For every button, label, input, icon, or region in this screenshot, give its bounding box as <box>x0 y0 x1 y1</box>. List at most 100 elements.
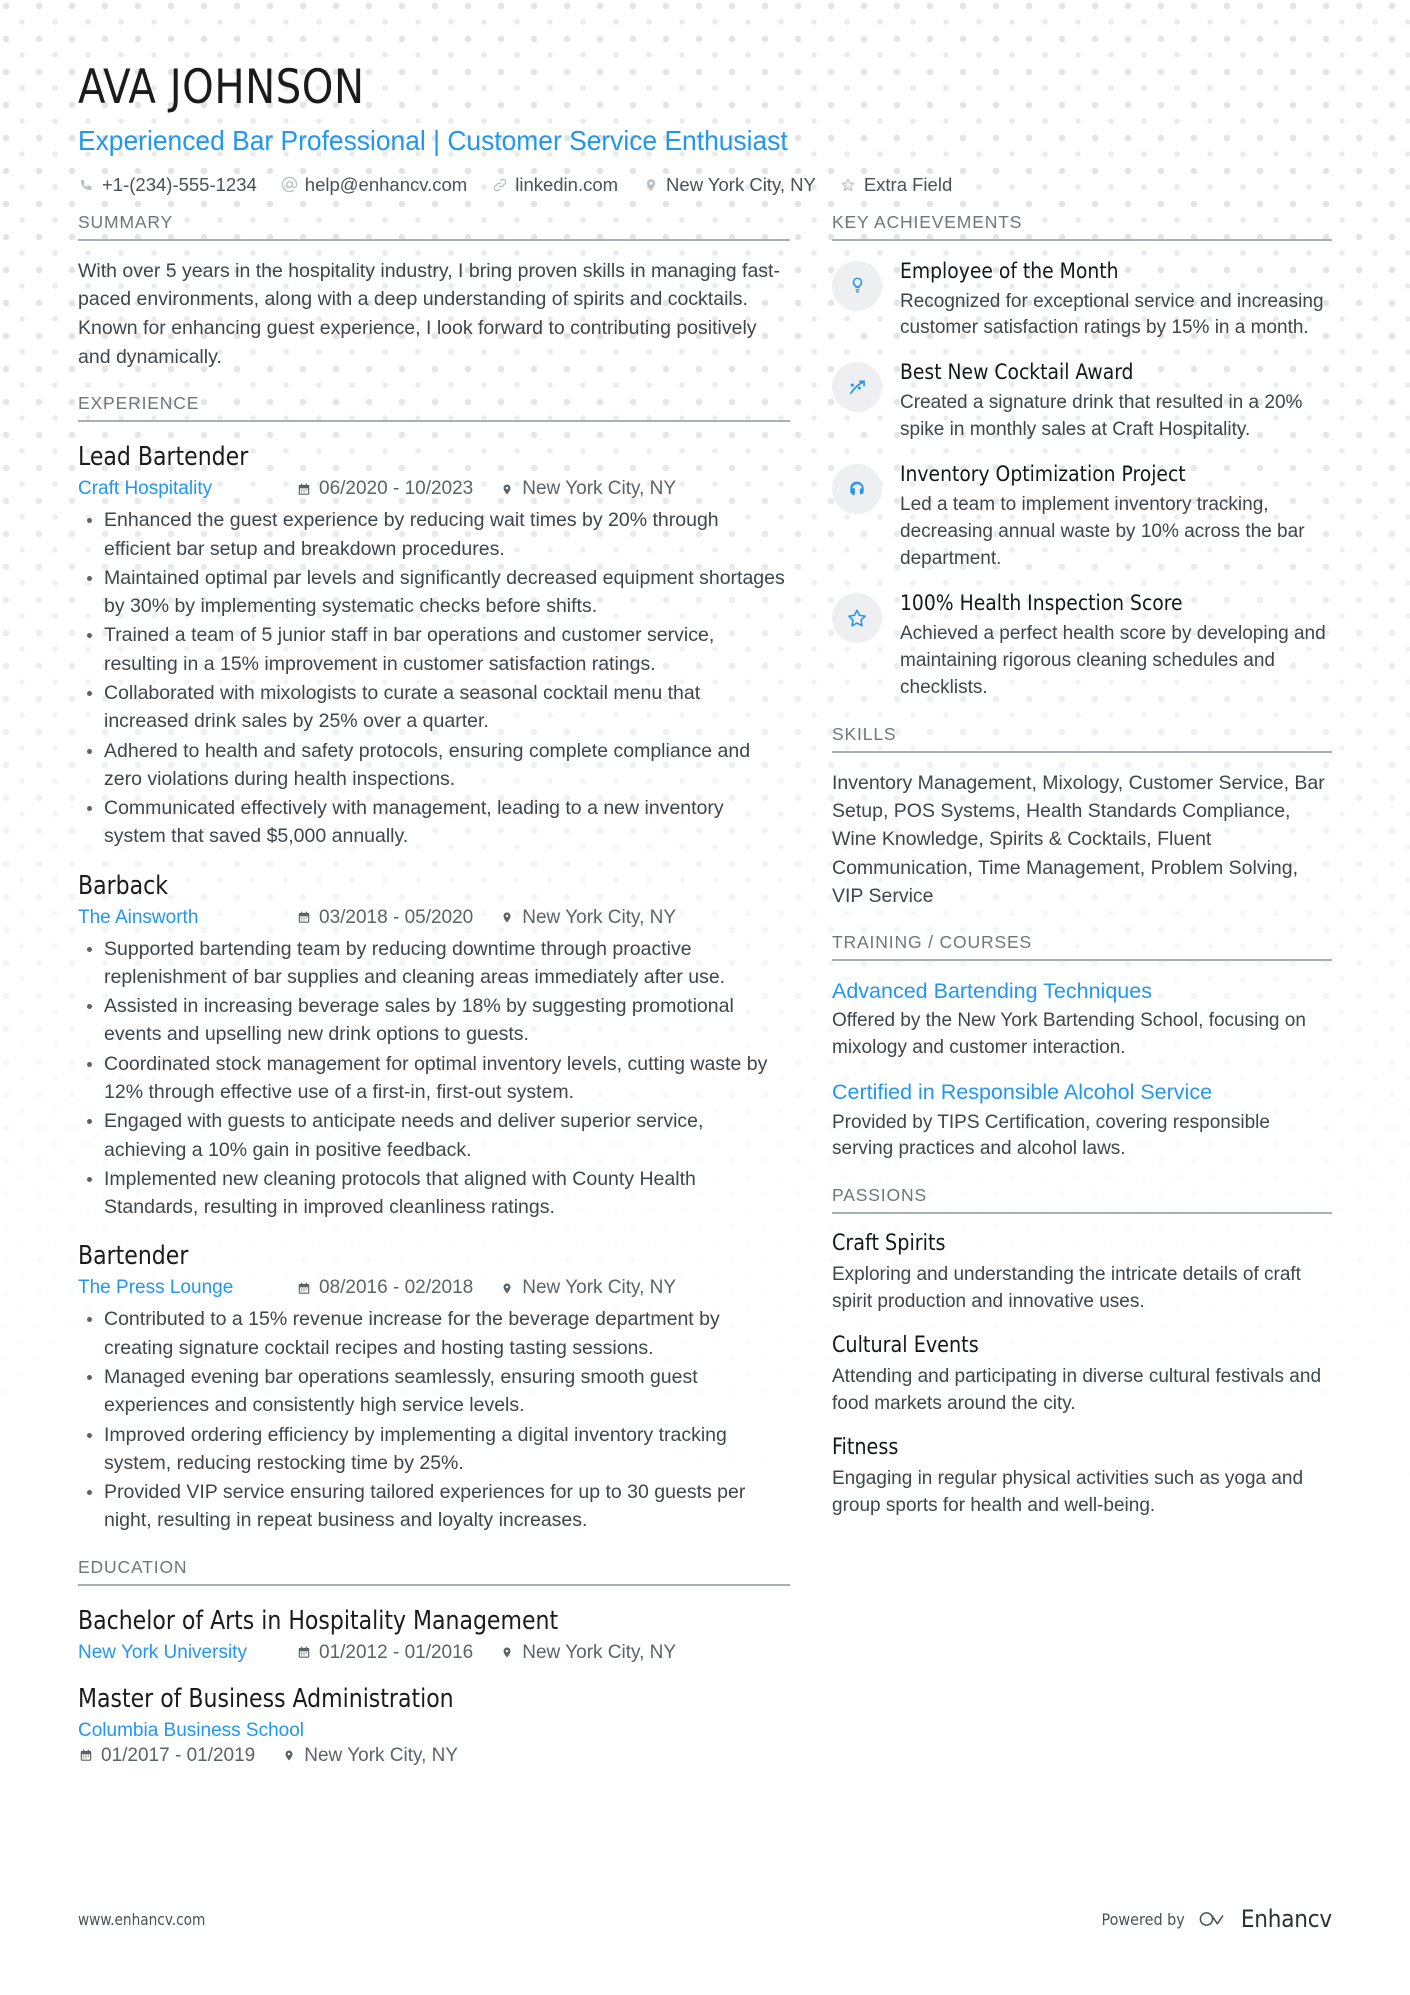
job-title: Bartender <box>78 1241 189 1272</box>
section-title-skills: SKILLS <box>832 724 1332 753</box>
contact-extra-field-text: Extra Field <box>863 173 953 195</box>
job-bullet: Managed evening bar operations seamlessl… <box>78 1363 790 1420</box>
job-location: New York City, NY <box>499 478 676 500</box>
contact-extra-field[interactable]: Extra Field <box>840 174 952 196</box>
degree-meta: New York University 01/2012 - 01/2016 Ne… <box>78 1642 790 1664</box>
job-bullet: Implemented new cleaning protocols that … <box>78 1165 790 1222</box>
degree-meta: Columbia Business School 01/2017 - 01/20… <box>78 1720 790 1767</box>
degree-dates: 01/2017 - 01/2019 <box>78 1745 255 1767</box>
job-location: New York City, NY <box>499 1277 676 1299</box>
job-company[interactable]: The Ainsworth <box>78 907 296 929</box>
job-dates: 08/2016 - 02/2018 <box>296 1277 473 1299</box>
experience-entry: Barback The Ainsworth 03/2018 - 05/2020 <box>78 870 790 1222</box>
achievement-title: Inventory Optimization Project <box>900 462 1186 488</box>
achievement-body: Employee of the Month Recognized for exc… <box>900 259 1332 343</box>
section-summary: SUMMARY With over 5 years in the hospita… <box>78 212 790 372</box>
job-title: Barback <box>78 870 168 901</box>
section-key-achievements: KEY ACHIEVEMENTS Employee of the Month R… <box>832 212 1332 702</box>
achievement-body: Best New Cocktail Award Created a signat… <box>900 360 1332 444</box>
achievement-title: Employee of the Month <box>900 258 1119 284</box>
degree-location: New York City, NY <box>499 1642 676 1664</box>
contact-linkedin[interactable]: linkedin.com <box>491 174 618 196</box>
training-item: Advanced Bartending Techniques Offered b… <box>832 978 1332 1062</box>
calendar-icon <box>296 1645 312 1661</box>
job-meta: Craft Hospitality 06/2020 - 10/2023 New … <box>78 478 790 500</box>
section-education: EDUCATION Bachelor of Arts in Hospitalit… <box>78 1557 790 1767</box>
job-location-text: New York City, NY <box>522 906 677 928</box>
passion-title: Craft Spirits <box>832 1231 946 1257</box>
passion-item: Fitness Engaging in regular physical act… <box>832 1435 1332 1520</box>
job-company[interactable]: The Press Lounge <box>78 1277 296 1299</box>
experience-entry: Bartender The Press Lounge 08/2016 - 02/… <box>78 1240 790 1534</box>
at-sign-icon <box>281 176 298 193</box>
skills-text: Inventory Management, Mixology, Customer… <box>832 771 1325 907</box>
enhancv-brand[interactable]: Enhancv <box>1198 1905 1332 1933</box>
job-bullet: Communicated effectively with management… <box>78 794 790 851</box>
achievement-item: 100% Health Inspection Score Achieved a … <box>832 591 1332 702</box>
achievement-description: Achieved a perfect health score by devel… <box>900 622 1326 698</box>
section-title-passions: PASSIONS <box>832 1185 1332 1215</box>
achievement-title: 100% Health Inspection Score <box>900 591 1183 617</box>
achievement-item: Inventory Optimization Project Led a tea… <box>832 462 1332 573</box>
section-title-training-courses: TRAINING / COURSES <box>832 932 1332 962</box>
calendar-icon <box>78 1748 94 1764</box>
job-dates-text: 03/2018 - 05/2020 <box>319 906 474 928</box>
contact-location[interactable]: New York City, NY <box>642 174 816 196</box>
degree-dates-text: 01/2017 - 01/2019 <box>101 1744 256 1766</box>
training-title[interactable]: Advanced Bartending Techniques <box>832 978 1332 1004</box>
section-training-courses: TRAINING / COURSES Advanced Bartending T… <box>832 932 1332 1163</box>
job-bullet: Provided VIP service ensuring tailored e… <box>78 1478 790 1535</box>
passion-title: Fitness <box>832 1434 899 1460</box>
section-title-education: EDUCATION <box>78 1557 790 1586</box>
job-dates: 06/2020 - 10/2023 <box>296 478 473 500</box>
enhancv-logo-icon <box>1198 1908 1232 1930</box>
summary-text: With over 5 years in the hospitality ind… <box>78 259 780 368</box>
section-title-experience: EXPERIENCE <box>78 393 790 423</box>
education-entry: Bachelor of Arts in Hospitality Manageme… <box>78 1605 790 1664</box>
degree-location-text: New York City, NY <box>304 1744 459 1766</box>
map-pin-icon <box>642 176 659 193</box>
candidate-headline: Experienced Bar Professional | Customer … <box>78 124 788 156</box>
degree-title: Bachelor of Arts in Hospitality Manageme… <box>78 1605 559 1636</box>
section-skills: SKILLS Inventory Management, Mixology, C… <box>832 724 1332 910</box>
training-title[interactable]: Certified in Responsible Alcohol Service <box>832 1079 1332 1105</box>
enhancv-brand-name: Enhancv <box>1240 1905 1332 1933</box>
footer-website-url[interactable]: www.enhancv.com <box>78 1910 205 1929</box>
trending-arrow-icon <box>847 377 868 398</box>
job-bullet: Trained a team of 5 junior staff in bar … <box>78 621 790 678</box>
job-meta: The Ainsworth 03/2018 - 05/2020 New York… <box>78 907 790 929</box>
training-description: Provided by TIPS Certification, covering… <box>832 1111 1270 1160</box>
passion-description: Engaging in regular physical activities … <box>832 1467 1304 1516</box>
contact-phone[interactable]: +1-(234)-555-1234 <box>78 174 257 196</box>
section-title-summary: SUMMARY <box>78 212 790 241</box>
job-bullet: Improved ordering efficiency by implemen… <box>78 1421 790 1478</box>
lightbulb-icon <box>848 276 867 295</box>
map-pin-icon <box>281 1748 297 1764</box>
contact-linkedin-text: linkedin.com <box>515 173 619 195</box>
education-entry: Master of Business Administration Columb… <box>78 1683 790 1767</box>
school-name[interactable]: New York University <box>78 1642 296 1664</box>
map-pin-icon <box>499 481 515 497</box>
contact-location-text: New York City, NY <box>666 173 816 195</box>
passion-item: Cultural Events Attending and participat… <box>832 1333 1332 1418</box>
job-company[interactable]: Craft Hospitality <box>78 478 296 500</box>
school-name[interactable]: Columbia Business School <box>78 1720 790 1742</box>
powered-by-label: Powered by <box>1101 1909 1185 1929</box>
job-location: New York City, NY <box>499 907 676 929</box>
job-bullet: Engaged with guests to anticipate needs … <box>78 1107 790 1164</box>
map-pin-icon <box>499 1280 515 1296</box>
achievement-description: Created a signature drink that resulted … <box>900 392 1303 441</box>
job-dates: 03/2018 - 05/2020 <box>296 907 473 929</box>
left-column: SUMMARY With over 5 years in the hospita… <box>78 212 790 1767</box>
degree-title: Master of Business Administration <box>78 1683 454 1714</box>
achievement-body: Inventory Optimization Project Led a tea… <box>900 462 1332 573</box>
map-pin-icon <box>499 910 515 926</box>
job-bullet: Maintained optimal par levels and signif… <box>78 564 790 621</box>
contact-row: +1-(234)-555-1234 help@enhancv.com linke… <box>78 174 1332 196</box>
job-dates-text: 08/2016 - 02/2018 <box>319 1277 474 1299</box>
job-bullet: Supported bartending team by reducing do… <box>78 935 790 992</box>
job-location-text: New York City, NY <box>522 1277 677 1299</box>
job-title: Lead Bartender <box>78 442 249 473</box>
contact-email[interactable]: help@enhancv.com <box>281 174 467 196</box>
job-bullet: Collaborated with mixologists to curate … <box>78 679 790 736</box>
